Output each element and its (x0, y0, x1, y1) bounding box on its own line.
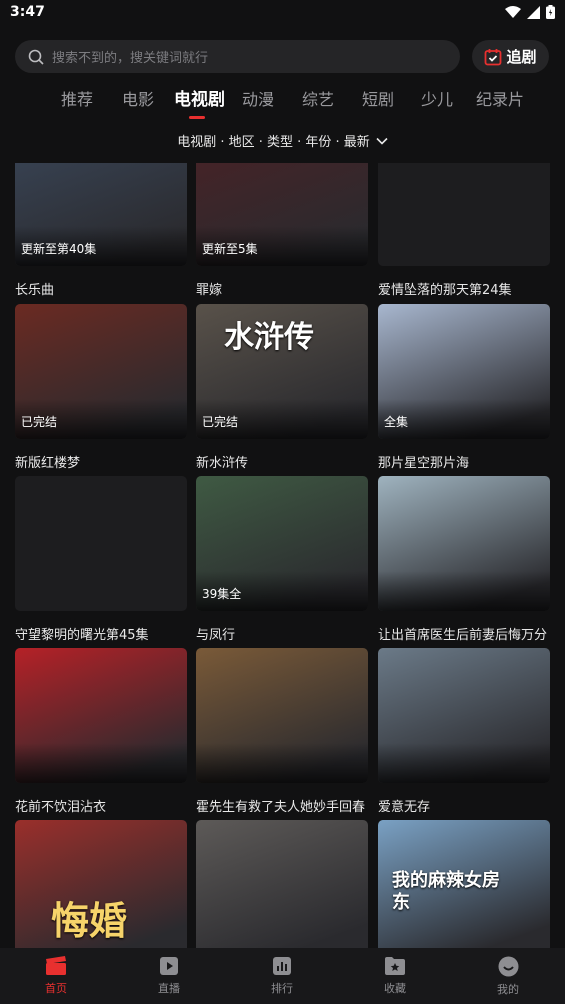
search-bar[interactable]: 搜索不到的，搜关键词就行 (15, 40, 460, 73)
poster-title-text: 水浒传 (224, 320, 314, 355)
poster-title-text: 悔婚 (51, 899, 128, 943)
tab-documentary[interactable]: 纪录片 (476, 86, 524, 110)
category-tabs: 推荐 电影 电视剧 动漫 综艺 短剧 少儿 纪录片 (0, 86, 565, 120)
status-time: 3:47 (10, 4, 45, 20)
poster-image: 更新至5集 (196, 163, 368, 266)
poster-image: 悔婚 (15, 820, 187, 948)
content-grid: 更新至第40集 长乐曲 更新至5集 罪嫁 爱情坠落的那天第24集 已完结 新版红… (15, 163, 550, 948)
nav-profile-label: 我的 (497, 983, 519, 996)
video-title: 罪嫁 (196, 283, 223, 298)
clapper-icon (46, 956, 66, 975)
active-tab-indicator (189, 116, 205, 119)
video-card[interactable]: 已完结 新版红楼梦 (15, 304, 187, 471)
poster-image: 水浒传 已完结 (196, 304, 368, 439)
video-card[interactable]: 更新至第40集 长乐曲 (15, 163, 187, 298)
video-card[interactable] (196, 820, 368, 948)
nav-ranking-label: 排行 (271, 982, 293, 995)
video-card[interactable]: 我的麻辣女房东 (378, 820, 550, 948)
video-title: 那片星空那片海 (378, 456, 470, 471)
video-card[interactable]: 守望黎明的曙光第45集 (15, 476, 187, 643)
episode-badge: 已完结 (21, 415, 58, 429)
tab-kids[interactable]: 少儿 (421, 86, 453, 110)
video-card[interactable]: 水浒传 已完结 新水浒传 (196, 304, 368, 471)
chart-icon (273, 957, 291, 975)
video-card[interactable]: 更新至5集 罪嫁 (196, 163, 368, 298)
video-card[interactable]: 让出首席医生后前妻后悔万分 (378, 476, 550, 643)
video-card[interactable]: 霍先生有救了夫人她妙手回春 (196, 648, 368, 815)
video-title: 守望黎明的曙光第45集 (15, 628, 149, 643)
poster-image: 我的麻辣女房东 (378, 820, 550, 948)
episode-badge: 全集 (384, 415, 409, 429)
video-card[interactable]: 花前不饮泪沾衣 (15, 648, 187, 815)
poster-image: 全集 (378, 304, 550, 439)
bottom-navigation: 首页 直播 排行 收藏 我的 (0, 948, 565, 1004)
video-title: 霍先生有救了夫人她妙手回春 (196, 800, 366, 815)
star-folder-icon (385, 957, 405, 975)
video-title: 爱情坠落的那天第24集 (378, 283, 512, 298)
nav-home-label: 首页 (45, 982, 67, 995)
episode-badge: 已完结 (202, 415, 239, 429)
episode-badge: 更新至5集 (202, 242, 258, 256)
search-icon (28, 49, 44, 65)
nav-live-label: 直播 (158, 982, 180, 995)
calendar-check-icon (485, 48, 502, 65)
battery-icon (546, 5, 555, 19)
tab-short-drama[interactable]: 短剧 (362, 86, 394, 110)
video-card[interactable]: 全集 那片星空那片海 (378, 304, 550, 471)
video-title: 花前不饮泪沾衣 (15, 800, 107, 815)
video-card[interactable]: 39集全 与凤行 (196, 476, 368, 643)
video-title: 让出首席医生后前妻后悔万分 (378, 628, 548, 643)
poster-placeholder (15, 476, 187, 611)
nav-favorites-label: 收藏 (384, 982, 406, 995)
video-title: 新水浒传 (196, 456, 249, 471)
nav-favorites[interactable]: 收藏 (365, 956, 425, 996)
poster-image (15, 648, 187, 783)
signal-icon (527, 5, 540, 19)
poster-image: 更新至第40集 (15, 163, 187, 266)
filter-selector[interactable]: 电视剧 · 地区 · 类型 · 年份 · 最新 (0, 131, 565, 150)
tab-anime[interactable]: 动漫 (242, 86, 274, 110)
poster-title-text: 我的麻辣女房东 (392, 870, 500, 913)
wifi-icon (505, 5, 521, 18)
nav-home[interactable]: 首页 (26, 956, 86, 996)
poster-placeholder (378, 163, 550, 266)
follow-button-label: 追剧 (506, 48, 537, 66)
tab-movie[interactable]: 电影 (122, 86, 154, 110)
poster-image (196, 820, 368, 948)
nav-ranking[interactable]: 排行 (252, 956, 312, 996)
poster-image: 已完结 (15, 304, 187, 439)
episode-badge: 39集全 (202, 587, 242, 601)
chevron-down-icon (376, 137, 388, 145)
video-title: 爱意无存 (378, 800, 431, 815)
poster-image (378, 648, 550, 783)
smile-icon (498, 956, 518, 977)
video-title: 与凤行 (196, 628, 236, 643)
poster-image: 39集全 (196, 476, 368, 611)
poster-image (196, 648, 368, 783)
tab-tv-series[interactable]: 电视剧 (174, 85, 225, 110)
nav-profile[interactable]: 我的 (478, 956, 538, 997)
tab-variety[interactable]: 综艺 (302, 86, 334, 110)
tab-recommend[interactable]: 推荐 (61, 86, 93, 110)
follow-button[interactable]: 追剧 (472, 40, 549, 73)
nav-live[interactable]: 直播 (139, 956, 199, 996)
play-icon (160, 957, 178, 975)
search-placeholder: 搜索不到的，搜关键词就行 (52, 51, 209, 66)
video-card[interactable]: 悔婚 (15, 820, 187, 948)
filter-label: 电视剧 · 地区 · 类型 · 年份 · 最新 (177, 135, 370, 150)
episode-badge: 更新至第40集 (21, 242, 97, 256)
video-card[interactable]: 爱情坠落的那天第24集 (378, 163, 550, 298)
video-card[interactable]: 爱意无存 (378, 648, 550, 815)
poster-image (378, 476, 550, 611)
status-bar: 3:47 (0, 0, 565, 24)
status-icons (505, 5, 555, 19)
video-title: 新版红楼梦 (15, 456, 81, 471)
video-title: 长乐曲 (15, 283, 55, 298)
